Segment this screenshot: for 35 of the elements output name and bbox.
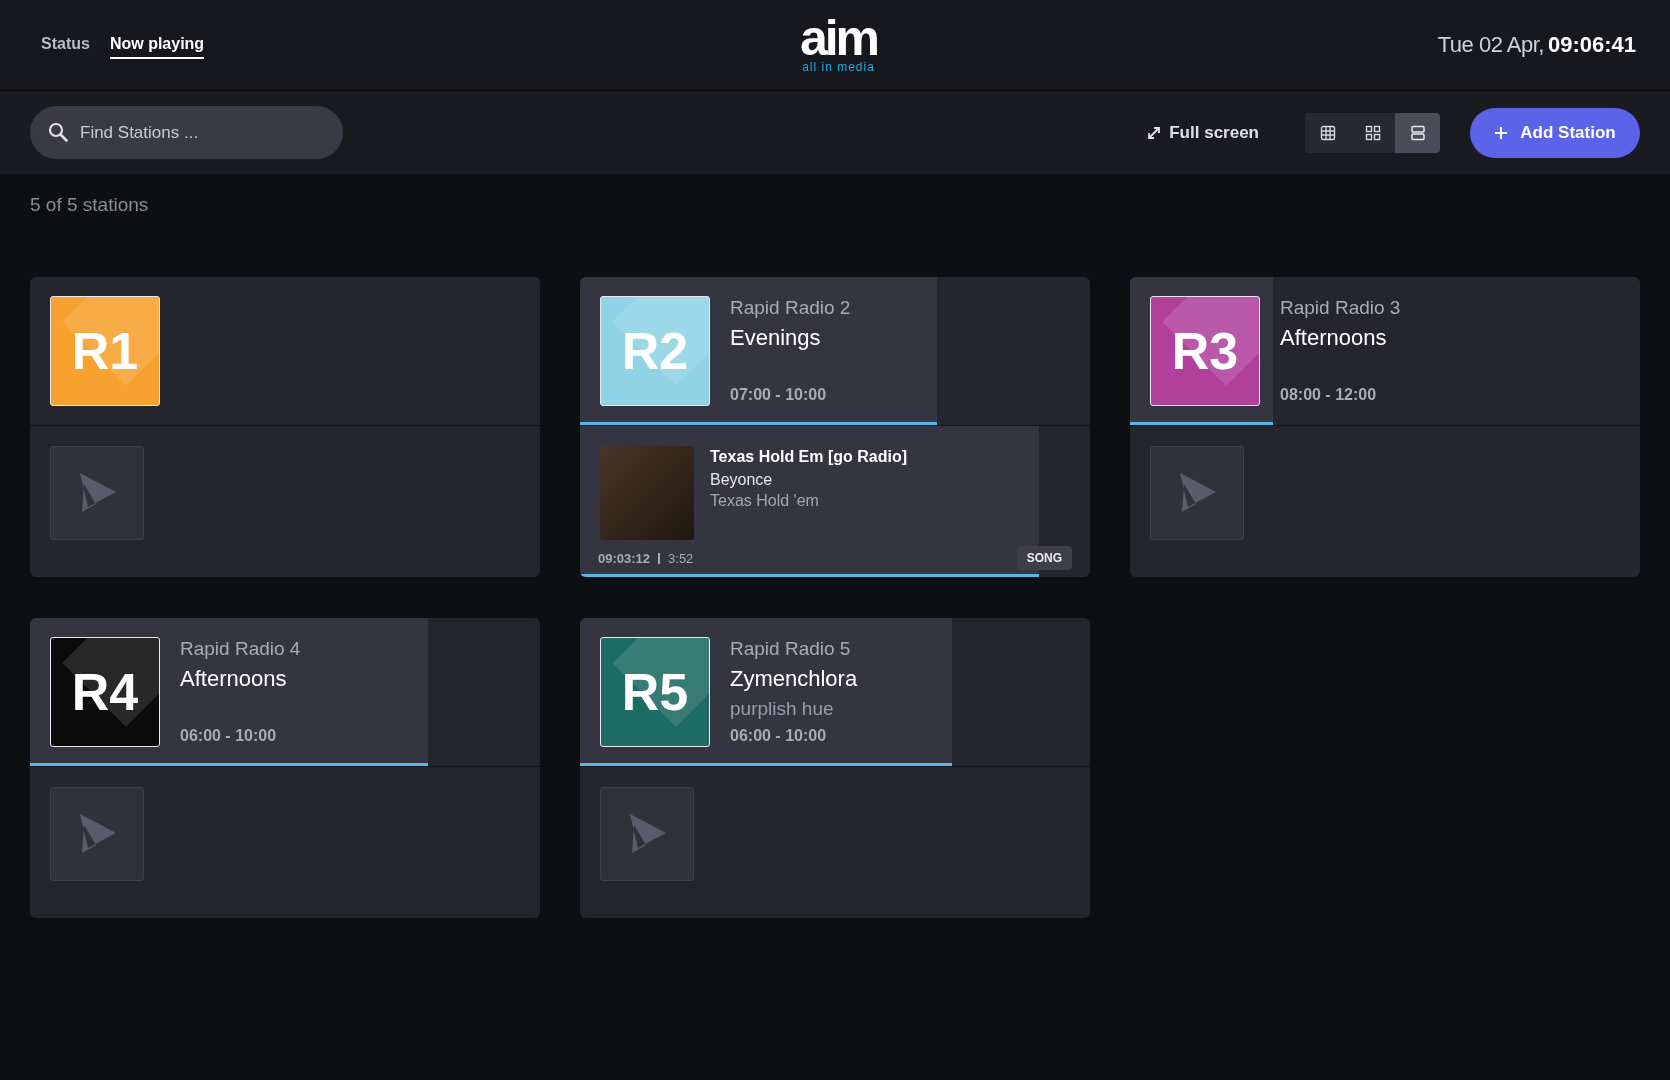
track-album: Texas Hold 'em: [710, 492, 820, 510]
expand-icon: [1147, 125, 1162, 140]
show-time: 06:00 - 10:00: [180, 727, 278, 745]
show-title: Afternoons: [180, 666, 288, 692]
clock-time: 09:06:41: [1547, 32, 1636, 57]
grid-view-icon: [1364, 124, 1381, 141]
show-time: 06:00 - 10:00: [730, 727, 828, 745]
logo-tagline: all in media: [802, 60, 875, 74]
show-title: Evenings: [730, 325, 822, 351]
track-duration: 3:52: [667, 550, 694, 566]
track-type-tag: SONG: [1016, 546, 1072, 570]
show-title: Afternoons: [1280, 325, 1388, 351]
plus-icon: [1494, 125, 1509, 140]
show-time: 07:00 - 10:00: [730, 386, 828, 404]
nav-tab[interactable]: Now playing: [109, 31, 205, 59]
show-title: Zymenchlora: [730, 666, 858, 692]
nav-tab[interactable]: Status: [41, 31, 90, 59]
station-name: Rapid Radio 2: [730, 297, 851, 319]
show-subtitle: purplish hue: [730, 698, 835, 720]
track-start-time: 09:03:12: [598, 552, 661, 564]
add-station-button[interactable]: Add Station: [1470, 107, 1640, 158]
clock-date: Tue 02 Apr,: [1437, 32, 1544, 57]
full-screen-button[interactable]: Full screen: [1141, 121, 1265, 144]
view-toggle[interactable]: [1395, 112, 1440, 153]
station-name: Rapid Radio 3: [1280, 297, 1401, 319]
station-count: 5 of 5 stations: [29, 193, 150, 217]
station-name: Rapid Radio 4: [180, 638, 301, 660]
list-view-icon: [1409, 124, 1426, 141]
table-view-icon: [1319, 124, 1336, 141]
track-title: Texas Hold Em [go Radio]: [710, 448, 908, 466]
track-artist: Beyonce: [710, 471, 774, 489]
logo-wordmark: aim: [799, 16, 878, 60]
station-name: Rapid Radio 5: [730, 638, 852, 660]
show-time: 08:00 - 12:00: [1280, 386, 1378, 404]
search-field[interactable]: Find Stations ...: [30, 106, 343, 159]
